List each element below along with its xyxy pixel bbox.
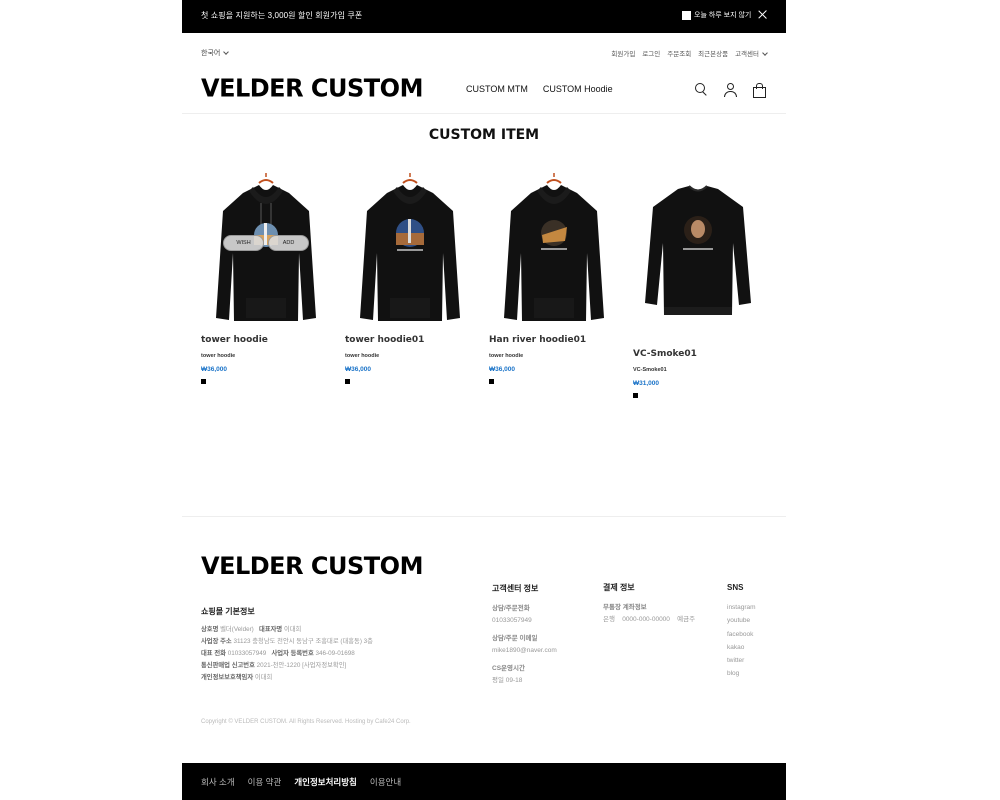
shop-info: 상호명 벨더(Velder) 대표자명 이대희 사업장 주소 31123 충청남…	[201, 626, 373, 681]
shop-info-title: 쇼핑몰 기본정보	[201, 607, 255, 616]
main-nav: CUSTOM MTM CUSTOM Hoodie	[466, 84, 613, 94]
header-icons	[694, 82, 767, 98]
footer-link-guide[interactable]: 이용안내	[370, 776, 401, 788]
today-checkbox[interactable]	[682, 10, 691, 20]
product-price: ₩36,000	[345, 366, 372, 373]
sns-title: SNS	[727, 583, 744, 592]
product-image[interactable]	[633, 173, 763, 323]
product-image[interactable]	[345, 173, 475, 323]
nav-custom-mtm[interactable]: CUSTOM MTM	[466, 84, 528, 94]
site-frame: 첫 쇼핑을 지원하는 3,000원 할인 회원가입 쿠폰 오늘 하루 보지 않기…	[182, 0, 786, 800]
cs-email[interactable]: mike1890@naver.com	[492, 645, 557, 657]
util-link-order[interactable]: 주문조회	[667, 48, 691, 58]
sns-twitter[interactable]: twitter	[727, 654, 756, 667]
util-link-login[interactable]: 로그인	[642, 48, 660, 58]
product-subtitle: VC-Smoke01	[633, 367, 667, 373]
footer-link-terms[interactable]: 이용 약관	[248, 776, 282, 788]
header-divider	[182, 113, 786, 114]
page: 첫 쇼핑을 지원하는 3,000원 할인 회원가입 쿠폰 오늘 하루 보지 않기…	[0, 0, 1000, 800]
sns-kakao[interactable]: kakao	[727, 641, 756, 654]
product-card[interactable]: tower hoodie01 tower hoodie ₩36,000	[345, 173, 475, 384]
sns-instagram[interactable]: instagram	[727, 601, 756, 614]
product-price: ₩36,000	[489, 366, 516, 373]
today-close-label: 오늘 하루 보지 않기	[694, 12, 752, 19]
product-card[interactable]: WISH ADD tower hoodie tower hoodie ₩36,0…	[201, 173, 331, 384]
user-icon[interactable]	[723, 82, 738, 97]
nav-custom-hoodie[interactable]: CUSTOM Hoodie	[543, 84, 613, 94]
chevron-down-icon	[762, 50, 768, 56]
wish-button[interactable]: WISH	[223, 235, 264, 251]
footer-link-company[interactable]: 회사 소개	[201, 776, 235, 788]
color-swatch[interactable]	[345, 379, 350, 384]
cs-hours: 평일 09-18	[492, 677, 523, 684]
cs-title: 고객센터 정보	[492, 584, 539, 593]
util-links: 회원가입 로그인 주문조회 최근본상품 고객센터	[611, 48, 768, 58]
copyright: Copyright © VELDER CUSTOM. All Rights Re…	[201, 719, 411, 725]
section-title: CUSTOM ITEM	[428, 127, 540, 143]
product-subtitle: tower hoodie	[201, 353, 236, 359]
cs-info: 고객센터 정보 상담/주문전화 01033057949 상담/주문 이메일 mi…	[492, 583, 557, 687]
banner-message[interactable]: 첫 쇼핑을 지원하는 3,000원 할인 회원가입 쿠폰	[201, 10, 362, 21]
product-name[interactable]: Han river hoodie01	[489, 335, 619, 345]
product-card[interactable]: VC-Smoke01 VC-Smoke01 ₩31,000	[633, 173, 763, 398]
product-price: ₩31,000	[633, 380, 660, 387]
color-swatch[interactable]	[201, 379, 206, 384]
util-link-join[interactable]: 회원가입	[611, 48, 635, 58]
cs-phone: 01033057949	[492, 617, 532, 624]
top-banner: 첫 쇼핑을 지원하는 3,000원 할인 회원가입 쿠폰 오늘 하루 보지 않기	[182, 0, 786, 33]
shopping-bag-icon[interactable]	[752, 82, 767, 98]
product-name[interactable]: VC-Smoke01	[633, 349, 763, 359]
language-selector[interactable]: 한국어	[201, 48, 230, 58]
sns-blog[interactable]: blog	[727, 667, 756, 680]
product-name[interactable]: tower hoodie01	[345, 335, 475, 345]
product-name[interactable]: tower hoodie	[201, 335, 331, 345]
search-icon[interactable]	[694, 82, 709, 97]
site-logo[interactable]: VELDER CUSTOM	[201, 73, 423, 102]
product-subtitle: tower hoodie	[489, 353, 524, 359]
payment-info: 결제 정보 무통장 계좌정보 은행 0000-000-00000 예금주	[603, 582, 713, 626]
chevron-down-icon	[223, 49, 230, 55]
payment-title: 결제 정보	[603, 583, 635, 592]
product-image[interactable]: WISH ADD	[201, 173, 331, 323]
util-link-recent[interactable]: 최근본상품	[698, 48, 728, 58]
product-image[interactable]	[489, 173, 619, 323]
footer-logo: VELDER CUSTOM	[201, 552, 423, 580]
color-swatch[interactable]	[489, 379, 494, 384]
util-link-cs[interactable]: 고객센터	[735, 48, 768, 58]
product-subtitle: tower hoodie	[345, 353, 380, 359]
product-card[interactable]: Han river hoodie01 tower hoodie ₩36,000	[489, 173, 619, 384]
bottom-bar: 회사 소개 이용 약관 개인정보처리방침 이용안내	[182, 763, 786, 800]
today-close-option[interactable]: 오늘 하루 보지 않기	[682, 10, 751, 20]
language-label: 한국어	[201, 50, 221, 57]
add-button[interactable]: ADD	[268, 235, 309, 251]
footer-divider	[182, 516, 786, 517]
color-swatch[interactable]	[633, 393, 638, 398]
sns-facebook[interactable]: facebook	[727, 628, 756, 641]
sns-links: SNS instagram youtube facebook kakao twi…	[727, 583, 756, 681]
util-link-cs-label: 고객센터	[735, 51, 759, 58]
product-price: ₩36,000	[201, 366, 228, 373]
business-info-link[interactable]: 2021-천안-1220 [사업자정보확인]	[257, 662, 347, 669]
sns-youtube[interactable]: youtube	[727, 614, 756, 627]
overlay-buttons: WISH ADD	[223, 235, 309, 251]
close-icon[interactable]	[757, 9, 769, 21]
footer-link-privacy[interactable]: 개인정보처리방침	[294, 776, 357, 788]
